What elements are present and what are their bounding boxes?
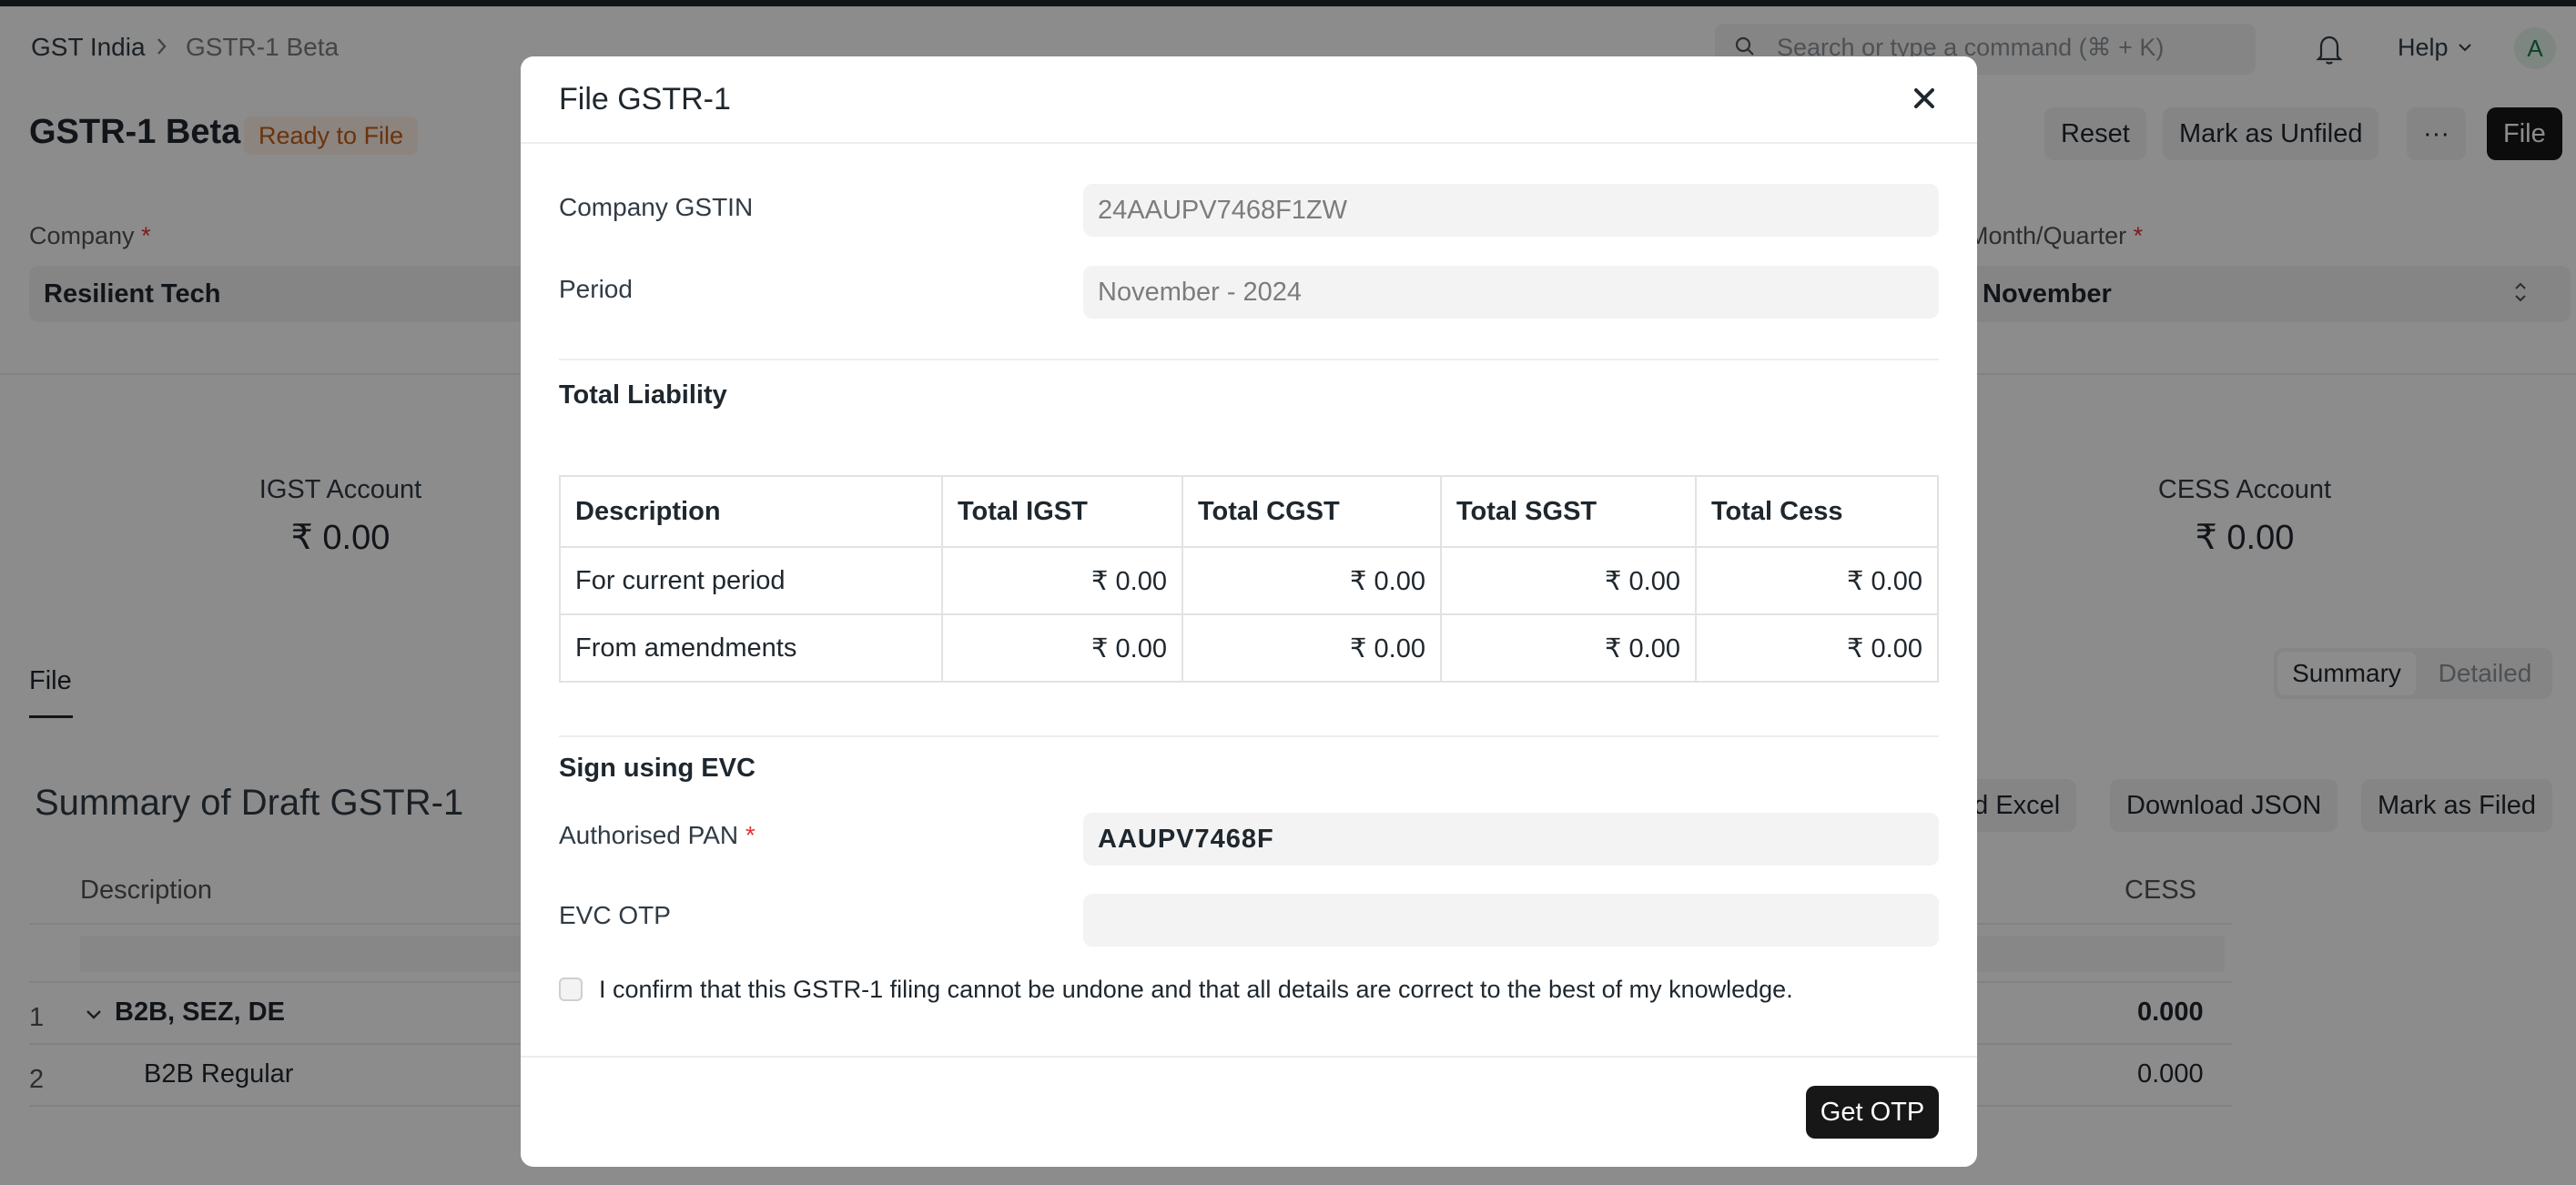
- get-otp-button[interactable]: Get OTP: [1806, 1086, 1939, 1139]
- table-cell: From amendments: [559, 613, 943, 683]
- evc-otp-input[interactable]: [1083, 894, 1939, 947]
- period-label: Period: [559, 275, 633, 303]
- table-cell: For current period: [559, 546, 943, 615]
- table-cell: ₹ 0.00: [1695, 613, 1939, 683]
- modal-footer-divider: [521, 1056, 1977, 1058]
- section-divider: [559, 359, 1939, 360]
- table-row: For current period ₹ 0.00 ₹ 0.00 ₹ 0.00 …: [559, 546, 1939, 615]
- liability-table: Description Total IGST Total CGST Total …: [559, 475, 1939, 683]
- table-cell: ₹ 0.00: [941, 613, 1183, 683]
- total-liability-heading: Total Liability: [559, 380, 727, 410]
- table-cell: ₹ 0.00: [1182, 613, 1442, 683]
- close-icon[interactable]: [1906, 80, 1942, 116]
- table-header: Total SGST: [1440, 475, 1697, 548]
- table-cell: ₹ 0.00: [1440, 546, 1697, 615]
- table-cell: ₹ 0.00: [1440, 613, 1697, 683]
- evc-otp-label: EVC OTP: [559, 901, 671, 929]
- modal-header-divider: [521, 142, 1977, 144]
- modal-title: File GSTR-1: [559, 82, 731, 116]
- file-gstr1-dialog: File GSTR-1 Company GSTIN 24AAUPV7468F1Z…: [521, 56, 1977, 1167]
- confirm-checkbox[interactable]: [559, 977, 583, 1001]
- table-header: Total CGST: [1182, 475, 1442, 548]
- table-cell: ₹ 0.00: [941, 546, 1183, 615]
- table-header-row: Description Total IGST Total CGST Total …: [559, 475, 1939, 548]
- authorised-pan-label: Authorised PAN *: [559, 821, 756, 849]
- period-field: November - 2024: [1083, 266, 1939, 319]
- table-header: Total IGST: [941, 475, 1183, 548]
- table-cell: ₹ 0.00: [1182, 546, 1442, 615]
- table-row: From amendments ₹ 0.00 ₹ 0.00 ₹ 0.00 ₹ 0…: [559, 613, 1939, 683]
- authorised-pan-input[interactable]: AAUPV7468F: [1083, 813, 1939, 866]
- sign-evc-heading: Sign using EVC: [559, 754, 756, 783]
- section-divider: [559, 735, 1939, 737]
- confirm-label[interactable]: I confirm that this GSTR-1 filing cannot…: [599, 976, 1793, 1004]
- table-header: Description: [559, 475, 943, 548]
- gstin-label: Company GSTIN: [559, 193, 754, 221]
- gstin-field: 24AAUPV7468F1ZW: [1083, 184, 1939, 237]
- table-header: Total Cess: [1695, 475, 1939, 548]
- table-cell: ₹ 0.00: [1695, 546, 1939, 615]
